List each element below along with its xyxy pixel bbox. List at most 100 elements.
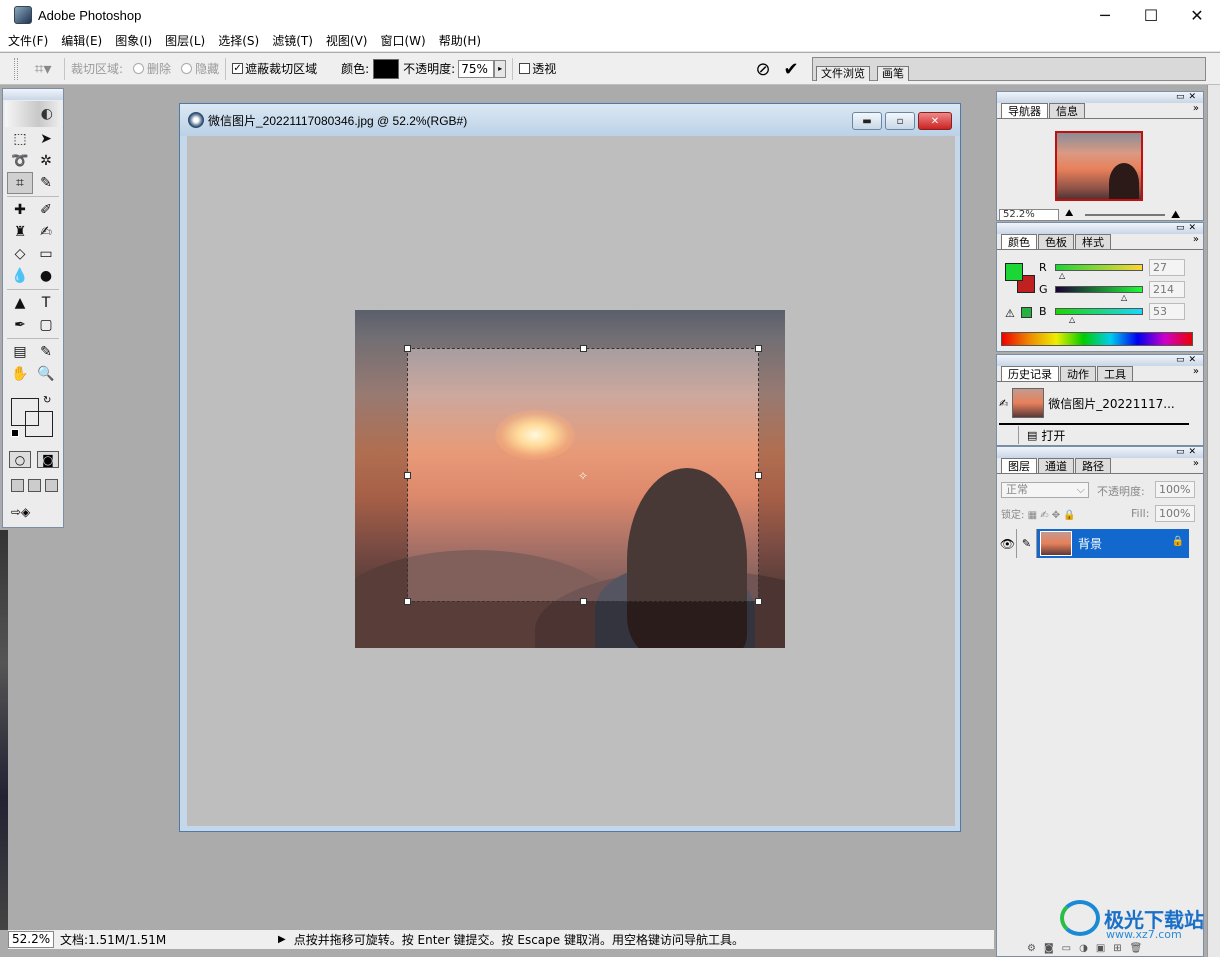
- toolbox-header[interactable]: [3, 89, 63, 100]
- slice-tool-icon[interactable]: ✎: [33, 172, 59, 194]
- menu-layer[interactable]: 图层(L): [165, 32, 205, 49]
- g-value-input[interactable]: 214: [1149, 281, 1185, 298]
- color-spectrum-bar[interactable]: [1001, 332, 1193, 346]
- crop-handle-left[interactable]: [404, 472, 411, 479]
- commit-crop-icon[interactable]: ✔: [780, 58, 802, 80]
- zoom-in-icon[interactable]: ⛰: [1171, 208, 1180, 222]
- navigator-thumbnail[interactable]: [1055, 131, 1143, 201]
- eyedropper-tool-icon[interactable]: ✎: [33, 341, 59, 363]
- layer-brush-icon[interactable]: ✎: [1017, 529, 1037, 558]
- history-brush-icon[interactable]: ✍: [33, 221, 59, 243]
- menu-filter[interactable]: 滤镜(T): [272, 32, 313, 49]
- gamut-swatch[interactable]: [1021, 307, 1032, 318]
- tab-channels[interactable]: 通道: [1038, 458, 1074, 473]
- tab-history[interactable]: 历史记录: [1001, 366, 1059, 381]
- zoom-out-icon[interactable]: ⛰: [1065, 208, 1073, 219]
- menu-view[interactable]: 视图(V): [326, 32, 368, 49]
- well-tab-brushes[interactable]: 画笔: [877, 66, 909, 81]
- color-panel-foreground[interactable]: [1005, 263, 1023, 281]
- perspective-checkbox[interactable]: [519, 63, 531, 74]
- close-window-button[interactable]: ✕: [1174, 0, 1220, 30]
- crop-handle-top-left[interactable]: [404, 345, 411, 352]
- document-size[interactable]: 文档:1.51M/1.51M: [60, 931, 270, 948]
- navigator-zoom-input[interactable]: 52.2%: [999, 209, 1059, 221]
- minimize-window-button[interactable]: ─: [1082, 0, 1128, 30]
- options-grip[interactable]: [14, 57, 18, 80]
- eraser-tool-icon[interactable]: ◇: [7, 243, 33, 265]
- menu-image[interactable]: 图象(I): [115, 32, 152, 49]
- r-slider-thumb-icon[interactable]: △: [1059, 271, 1065, 280]
- shield-opacity-input[interactable]: 75%: [458, 59, 495, 78]
- canvas-area[interactable]: ✧: [187, 136, 955, 826]
- r-value-input[interactable]: 27: [1149, 259, 1185, 276]
- image-canvas[interactable]: ✧: [355, 310, 785, 648]
- eye-icon[interactable]: 👁: [999, 529, 1017, 558]
- magic-wand-tool-icon[interactable]: ✲: [33, 150, 59, 172]
- standard-screen-icon[interactable]: [11, 479, 24, 492]
- layer-opacity-input[interactable]: 100%: [1155, 481, 1195, 498]
- lasso-tool-icon[interactable]: ➰: [7, 150, 33, 172]
- jump-to-imageready-icon[interactable]: ⇨◈: [11, 503, 57, 521]
- menu-file[interactable]: 文件(F): [8, 32, 48, 49]
- panel-menu-icon[interactable]: »: [1193, 103, 1199, 114]
- full-screen-menu-icon[interactable]: [28, 479, 41, 492]
- crop-tool-preset-icon[interactable]: ⌗▾: [28, 58, 58, 80]
- hand-tool-icon[interactable]: ✋: [7, 363, 33, 385]
- history-brush-source-icon[interactable]: ✍: [999, 397, 1008, 410]
- marquee-tool-icon[interactable]: ⬚: [7, 128, 33, 150]
- layer-row-background[interactable]: 👁 ✎ 背景 🔒: [999, 529, 1189, 558]
- doc-close-button[interactable]: ✕: [918, 112, 952, 130]
- tab-swatches[interactable]: 色板: [1038, 234, 1074, 249]
- layer-footer-icons[interactable]: ⚙◙▭◑▣⊞🗑: [1027, 943, 1150, 954]
- panel-menu-icon[interactable]: »: [1193, 366, 1199, 377]
- full-screen-icon[interactable]: [45, 479, 58, 492]
- opacity-arrow-icon[interactable]: ▸: [494, 59, 507, 78]
- doc-minimize-button[interactable]: ▬: [852, 112, 882, 130]
- hide-radio[interactable]: [181, 63, 193, 74]
- quick-mask-icon[interactable]: ◙: [37, 451, 59, 468]
- status-menu-icon[interactable]: ▶: [278, 934, 286, 945]
- status-zoom-input[interactable]: 52.2%: [8, 931, 54, 948]
- zoom-tool-icon[interactable]: 🔍: [33, 363, 59, 385]
- fill-input[interactable]: 100%: [1155, 505, 1195, 522]
- path-selection-icon[interactable]: ▲: [7, 292, 33, 314]
- gamut-warning-icon[interactable]: ⚠: [1005, 307, 1015, 320]
- crop-bounding-box[interactable]: ✧: [404, 345, 762, 605]
- crop-handle-right[interactable]: [755, 472, 762, 479]
- menu-edit[interactable]: 编辑(E): [61, 32, 102, 49]
- doc-restore-button[interactable]: ▫: [885, 112, 915, 130]
- tab-tool-presets[interactable]: 工具: [1097, 366, 1133, 381]
- shield-color-swatch[interactable]: [373, 58, 400, 79]
- healing-brush-icon[interactable]: ✚: [7, 199, 33, 221]
- crop-tool-icon[interactable]: ⌗: [7, 172, 33, 194]
- history-snapshot[interactable]: ✍ 微信图片_20221117...: [999, 385, 1199, 421]
- history-state[interactable]: ▤ 打开: [999, 425, 1199, 445]
- tab-styles[interactable]: 样式: [1075, 234, 1111, 249]
- foreground-color[interactable]: [11, 398, 39, 426]
- standard-mode-icon[interactable]: ○: [9, 451, 31, 468]
- blur-tool-icon[interactable]: 💧: [7, 265, 33, 287]
- pen-tool-icon[interactable]: ✒: [7, 314, 33, 336]
- clone-stamp-icon[interactable]: ♜: [7, 221, 33, 243]
- notes-tool-icon[interactable]: ▤: [7, 341, 33, 363]
- panel-menu-icon[interactable]: »: [1193, 234, 1199, 245]
- maximize-window-button[interactable]: ☐: [1128, 0, 1174, 30]
- type-tool-icon[interactable]: T: [33, 292, 59, 314]
- tab-actions[interactable]: 动作: [1060, 366, 1096, 381]
- panel-menu-icon[interactable]: »: [1193, 458, 1199, 469]
- brush-tool-icon[interactable]: ✐: [33, 199, 59, 221]
- crop-handle-top[interactable]: [580, 345, 587, 352]
- crop-handle-top-right[interactable]: [755, 345, 762, 352]
- shape-tool-icon[interactable]: ▢: [33, 314, 59, 336]
- crop-center-point-icon[interactable]: ✧: [578, 469, 588, 483]
- crop-handle-bottom-left[interactable]: [404, 598, 411, 605]
- tab-info[interactable]: 信息: [1049, 103, 1085, 118]
- b-slider-thumb-icon[interactable]: △: [1069, 315, 1075, 324]
- dodge-tool-icon[interactable]: ●: [33, 265, 59, 287]
- menu-window[interactable]: 窗口(W): [380, 32, 425, 49]
- gradient-tool-icon[interactable]: ▭: [33, 243, 59, 265]
- shield-checkbox[interactable]: ✓: [232, 63, 244, 74]
- default-colors-icon[interactable]: [11, 429, 19, 437]
- tab-layers[interactable]: 图层: [1001, 458, 1037, 473]
- move-tool-icon[interactable]: ➤: [33, 128, 59, 150]
